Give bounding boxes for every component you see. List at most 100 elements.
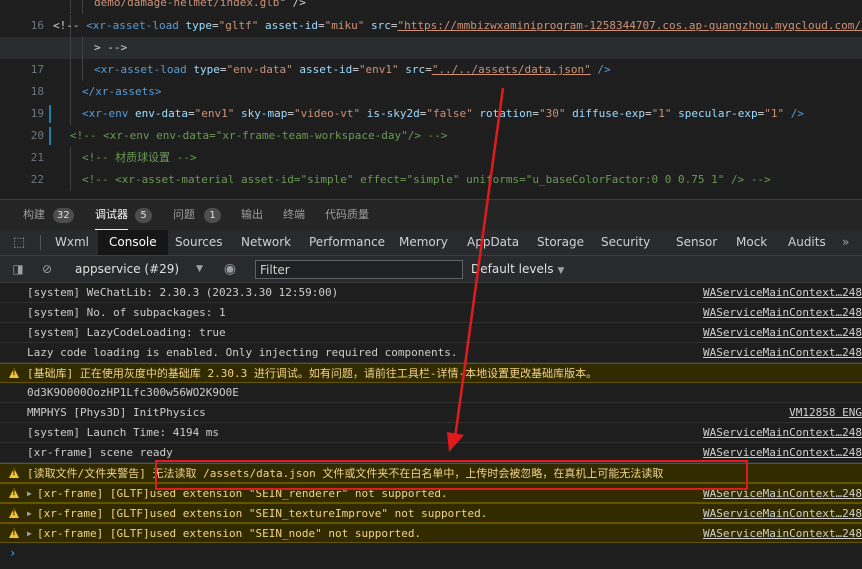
code-token: "env1": [194, 107, 235, 120]
console-warning[interactable]: ▶ [xr-frame] [GLTF]used extension "SEIN_r…: [0, 483, 862, 503]
debugger-count-badge: 5: [135, 208, 152, 223]
tab-console[interactable]: Console: [98, 230, 168, 255]
tab-storage[interactable]: Storage: [537, 230, 584, 255]
tab-wxml[interactable]: Wxml: [55, 230, 89, 255]
source-link[interactable]: WAServiceMainContext…248: [703, 443, 862, 463]
console-message[interactable]: [system] WeChatLib: 2.30.3 (2023.3.30 12…: [0, 283, 862, 303]
source-link[interactable]: WAServiceMainContext…248: [703, 283, 862, 303]
code-line[interactable]: 17 <xr-asset-load type = "env-data" asset-…: [0, 59, 862, 81]
tab-output[interactable]: 输出: [241, 200, 263, 230]
code-token: =: [425, 63, 432, 76]
tab-appdata[interactable]: AppData: [467, 230, 519, 255]
tab-security[interactable]: Security: [601, 230, 650, 255]
code-token: <xr-asset-load: [79, 19, 179, 32]
code-line[interactable]: 22 <!-- <xr-asset-material asset-id="sim…: [0, 169, 862, 191]
source-link[interactable]: WAServiceMainContext…248: [703, 504, 862, 524]
expand-arrow-icon[interactable]: ▶: [27, 484, 32, 504]
code-token: =: [352, 63, 359, 76]
console-message[interactable]: Lazy code loading is enabled. Only injec…: [0, 343, 862, 363]
code-token: "video-vt": [293, 107, 361, 120]
console-message[interactable]: 0d3K9O000OozHP1Lfc300w56WO2K9O0E: [0, 383, 862, 403]
message-text: [基础库] 正在使用灰度中的基础库 2.30.3 进行调试。如有问题，请前往工具…: [27, 367, 598, 380]
code-token: "env1": [358, 63, 399, 76]
source-link[interactable]: WAServiceMainContext…248: [703, 423, 862, 443]
tab-mock[interactable]: Mock: [736, 230, 767, 255]
tab-problems[interactable]: 问题: [173, 200, 195, 230]
code-token: " />: [279, 0, 306, 9]
tab-build[interactable]: 构建: [23, 200, 45, 230]
console-message[interactable]: [system] No. of subpackages: 1 WAServiceM…: [0, 303, 862, 323]
tab-performance[interactable]: Performance: [309, 230, 385, 255]
code-line[interactable]: 20 <!-- <xr-env env-data="xr-frame-team-…: [0, 125, 862, 147]
code-token: "30": [539, 107, 566, 120]
console-warning[interactable]: [基础库] 正在使用灰度中的基础库 2.30.3 进行调试。如有问题，请前往工具…: [0, 363, 862, 383]
inspect-element-icon[interactable]: ⬚: [11, 235, 27, 251]
source-link[interactable]: WAServiceMainContext…248: [703, 323, 862, 343]
source-link[interactable]: WAServiceMainContext…248: [703, 484, 862, 504]
code-token: "../../assets/data.json": [431, 63, 591, 76]
tab-code-quality[interactable]: 代码质量: [325, 200, 369, 230]
tab-memory[interactable]: Memory: [399, 230, 448, 255]
code-line[interactable]: 19 <xr-env env-data="env1" sky-map="vide…: [0, 103, 862, 125]
code-text: <xr-asset-load type="env-data" asset-id=…: [94, 59, 611, 81]
code-text: <!-- 材质球设置 -->: [82, 147, 197, 169]
line-number: 18: [30, 85, 44, 98]
problems-count-badge: 1: [204, 208, 221, 223]
console-message[interactable]: [xr-frame] scene ready WAServiceMainConte…: [0, 443, 862, 463]
code-line[interactable]: 16 <!-- <xr-asset-load type="gltf" asset…: [0, 15, 862, 37]
source-link[interactable]: WAServiceMainContext…248: [703, 303, 862, 323]
source-link[interactable]: WAServiceMainContext…248: [703, 343, 862, 363]
console-prompt[interactable]: ›: [9, 546, 16, 560]
more-tabs-button[interactable]: »: [842, 230, 849, 255]
code-token: "1": [651, 107, 672, 120]
eye-icon[interactable]: ◉: [222, 261, 238, 277]
clear-console-icon[interactable]: ⊘: [39, 261, 55, 277]
code-token: <!-- <xr-asset-material asset-id="simple…: [82, 173, 771, 186]
tab-debugger[interactable]: 调试器: [95, 200, 128, 230]
code-token: =: [317, 19, 325, 32]
code-line[interactable]: > -->: [0, 37, 862, 59]
tab-network[interactable]: Network: [241, 230, 291, 255]
source-link[interactable]: WAServiceMainContext…248: [703, 524, 862, 544]
code-line[interactable]: demo/damage-helmet/index.glb" />: [0, 0, 862, 14]
code-token: "false": [426, 107, 473, 120]
message-text: MMPHYS [Phys3D] InitPhysics: [27, 406, 206, 419]
message-text: [xr-frame] [GLTF]used extension "SEIN_re…: [37, 487, 448, 500]
console-warning[interactable]: ▶ [xr-frame] [GLTF]used extension "SEIN_n…: [0, 523, 862, 543]
code-token: specular-exp: [671, 107, 758, 120]
message-text: [xr-frame] scene ready: [27, 446, 173, 459]
line-number: 16: [30, 19, 44, 32]
tab-audits[interactable]: Audits: [788, 230, 826, 255]
console-warning[interactable]: [读取文件/文件夹警告] 无法读取 /assets/data.json 文件或文…: [0, 463, 862, 483]
tab-sources[interactable]: Sources: [175, 230, 222, 255]
chevron-down-icon: ▼: [196, 264, 203, 274]
filter-input[interactable]: [255, 260, 463, 279]
code-editor[interactable]: demo/damage-helmet/index.glb" /> 16 <!--…: [0, 0, 862, 199]
context-select[interactable]: appservice (#29) ▼: [69, 260, 209, 279]
code-token: src: [398, 63, 426, 76]
expand-arrow-icon[interactable]: ▶: [27, 524, 32, 544]
code-token: asset-id: [258, 19, 318, 32]
console-message[interactable]: MMPHYS [Phys3D] InitPhysics VM12858 ENG: [0, 403, 862, 423]
code-token: />: [784, 107, 804, 120]
console-message[interactable]: [system] Launch Time: 4194 ms WAServiceMa…: [0, 423, 862, 443]
message-text: [xr-frame] [GLTF]used extension "SEIN_no…: [37, 527, 422, 540]
tab-sensor[interactable]: Sensor: [676, 230, 717, 255]
source-link[interactable]: VM12858 ENG: [789, 403, 862, 423]
log-levels-dropdown[interactable]: Default levels ▼: [471, 260, 564, 279]
code-token: diffuse-exp: [565, 107, 645, 120]
console-warning[interactable]: ▶ [xr-frame] [GLTF]used extension "SEIN_t…: [0, 503, 862, 523]
line-number: 22: [30, 173, 44, 186]
code-line[interactable]: 21 <!-- 材质球设置 -->: [0, 147, 862, 169]
code-line[interactable]: 18 </xr-assets>: [0, 81, 862, 103]
line-number: 19: [30, 107, 44, 120]
console-output[interactable]: [system] WeChatLib: 2.30.3 (2023.3.30 12…: [0, 283, 862, 569]
console-message[interactable]: [system] LazyCodeLoading: true WAServiceM…: [0, 323, 862, 343]
code-token: <xr-env: [82, 107, 129, 120]
devtools-tab-bar: ⬚ Wxml Console Sources Network Performan…: [0, 230, 862, 256]
expand-arrow-icon[interactable]: ▶: [27, 504, 32, 524]
code-token: asset-id: [292, 63, 353, 76]
gutter-change-marker: [49, 105, 51, 123]
tab-terminal[interactable]: 终端: [283, 200, 305, 230]
sidebar-toggle-icon[interactable]: ◨: [10, 261, 26, 277]
